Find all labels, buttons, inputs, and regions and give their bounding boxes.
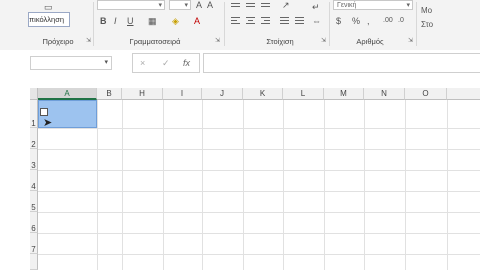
clipboard-icon[interactable]: ▭ <box>44 2 53 12</box>
align-middle-icon[interactable] <box>246 3 255 11</box>
increase-font-icon[interactable]: A <box>196 0 202 10</box>
cell-styles-button[interactable]: Στο <box>421 20 433 30</box>
cancel-icon[interactable]: × <box>140 58 145 68</box>
column-header-o[interactable]: O <box>405 88 447 100</box>
gridline <box>38 233 480 234</box>
confirm-icon[interactable]: ✓ <box>162 58 170 69</box>
wrap-text-icon[interactable]: ↵ <box>312 2 320 12</box>
row-header-1[interactable]: 1 <box>30 100 38 128</box>
gridline <box>283 100 284 270</box>
formula-input[interactable] <box>203 53 480 73</box>
percent-icon[interactable]: % <box>352 16 360 26</box>
chevron-down-icon: ▾ <box>406 2 410 9</box>
column-header-next[interactable] <box>447 88 480 100</box>
formula-buttons: × ✓ fx <box>132 53 200 73</box>
gridline <box>38 170 480 171</box>
comma-style-icon[interactable]: , <box>367 16 370 26</box>
paste-button[interactable]: πικόλληση <box>28 12 70 27</box>
gridline <box>97 100 98 270</box>
ribbon: πικόλληση ▭ Πρόχειρο ⇲ ▾ ▾ A A B I U ▦ ◈… <box>0 0 480 51</box>
column-header-j[interactable]: J <box>202 88 243 100</box>
merge-center-icon[interactable]: ⇔ <box>312 16 321 26</box>
group-separator <box>329 2 330 46</box>
paste-options-icon[interactable] <box>40 108 48 116</box>
alignment-launcher-icon[interactable]: ⇲ <box>321 38 327 44</box>
align-center-icon[interactable] <box>246 17 255 25</box>
number-launcher-icon[interactable]: ⇲ <box>408 38 414 44</box>
decrease-decimal-icon[interactable]: .0 <box>398 16 404 26</box>
left-margin <box>0 100 30 270</box>
gridline <box>163 100 164 270</box>
gridline <box>364 100 365 270</box>
italic-button[interactable]: I <box>114 16 117 26</box>
row-header-7[interactable]: 7 <box>30 233 38 254</box>
gridline <box>405 100 406 270</box>
gridline <box>202 100 203 270</box>
row-header-5[interactable]: 5 <box>30 191 38 212</box>
row-header-4[interactable]: 4 <box>30 170 38 191</box>
column-header-a[interactable]: A <box>38 88 97 100</box>
column-header-m[interactable]: M <box>324 88 364 100</box>
chevron-down-icon: ▾ <box>104 59 108 66</box>
font-color-icon[interactable]: A <box>194 16 200 26</box>
gridline <box>243 100 244 270</box>
row-header-3[interactable]: 3 <box>30 149 38 170</box>
align-right-icon[interactable] <box>261 17 270 25</box>
gridline <box>38 191 480 192</box>
increase-decimal-icon[interactable]: .00 <box>383 16 393 26</box>
select-all-corner[interactable] <box>30 88 38 100</box>
chevron-down-icon: ▾ <box>184 2 188 9</box>
column-header-l[interactable]: L <box>283 88 324 100</box>
group-separator <box>224 2 225 46</box>
insert-function-icon[interactable]: fx <box>183 58 190 68</box>
font-group-label: Γραμματοσειρά <box>129 37 181 46</box>
currency-icon[interactable]: $ <box>336 16 341 26</box>
name-box[interactable]: ▾ <box>30 56 112 70</box>
row-header-2[interactable]: 2 <box>30 128 38 149</box>
alignment-group-label: Στοίχιση <box>266 37 294 46</box>
gridline <box>324 100 325 270</box>
styles-item-2-label: Στο <box>421 20 434 29</box>
group-separator <box>93 2 94 46</box>
column-header-i[interactable]: I <box>163 88 202 100</box>
gridline <box>38 212 480 213</box>
gridline <box>38 254 480 255</box>
gridline <box>447 100 448 270</box>
gridline <box>122 100 123 270</box>
font-size-combo[interactable]: ▾ <box>169 0 191 10</box>
column-header-h[interactable]: H <box>122 88 163 100</box>
decrease-font-icon[interactable]: A <box>207 0 213 10</box>
increase-indent-icon[interactable] <box>295 17 304 25</box>
number-format-combo[interactable]: Γενική ▾ <box>333 0 413 10</box>
align-left-icon[interactable] <box>231 17 240 25</box>
align-top-icon[interactable] <box>231 3 240 11</box>
align-bottom-icon[interactable] <box>261 3 270 11</box>
mouse-cursor-icon: ➤ <box>43 117 53 129</box>
chevron-down-icon: ▾ <box>158 2 162 9</box>
font-launcher-icon[interactable]: ⇲ <box>215 38 221 44</box>
orientation-icon[interactable]: ↗ <box>282 0 290 10</box>
gridline <box>38 149 480 150</box>
group-separator <box>416 2 417 46</box>
styles-item-1-label: Μο <box>421 6 433 15</box>
conditional-format-button[interactable]: Μο <box>421 6 432 16</box>
clipboard-group-label: Πρόχειρο <box>42 37 74 46</box>
underline-button[interactable]: U <box>127 16 134 26</box>
row-header-8[interactable] <box>30 254 38 270</box>
fill-color-icon[interactable]: ◈ <box>172 16 179 26</box>
bold-button[interactable]: B <box>100 16 107 26</box>
column-header-k[interactable]: K <box>243 88 283 100</box>
column-header-b[interactable]: B <box>97 88 122 100</box>
column-header-n[interactable]: N <box>364 88 405 100</box>
font-name-combo[interactable]: ▾ <box>97 0 165 10</box>
gridline <box>38 128 480 129</box>
clipboard-launcher-icon[interactable]: ⇲ <box>86 38 92 44</box>
row-header-6[interactable]: 6 <box>30 212 38 233</box>
decrease-indent-icon[interactable] <box>280 17 289 25</box>
borders-icon[interactable]: ▦ <box>148 16 157 26</box>
number-format-value: Γενική <box>337 2 357 9</box>
number-group-label: Αριθμός <box>356 37 384 46</box>
